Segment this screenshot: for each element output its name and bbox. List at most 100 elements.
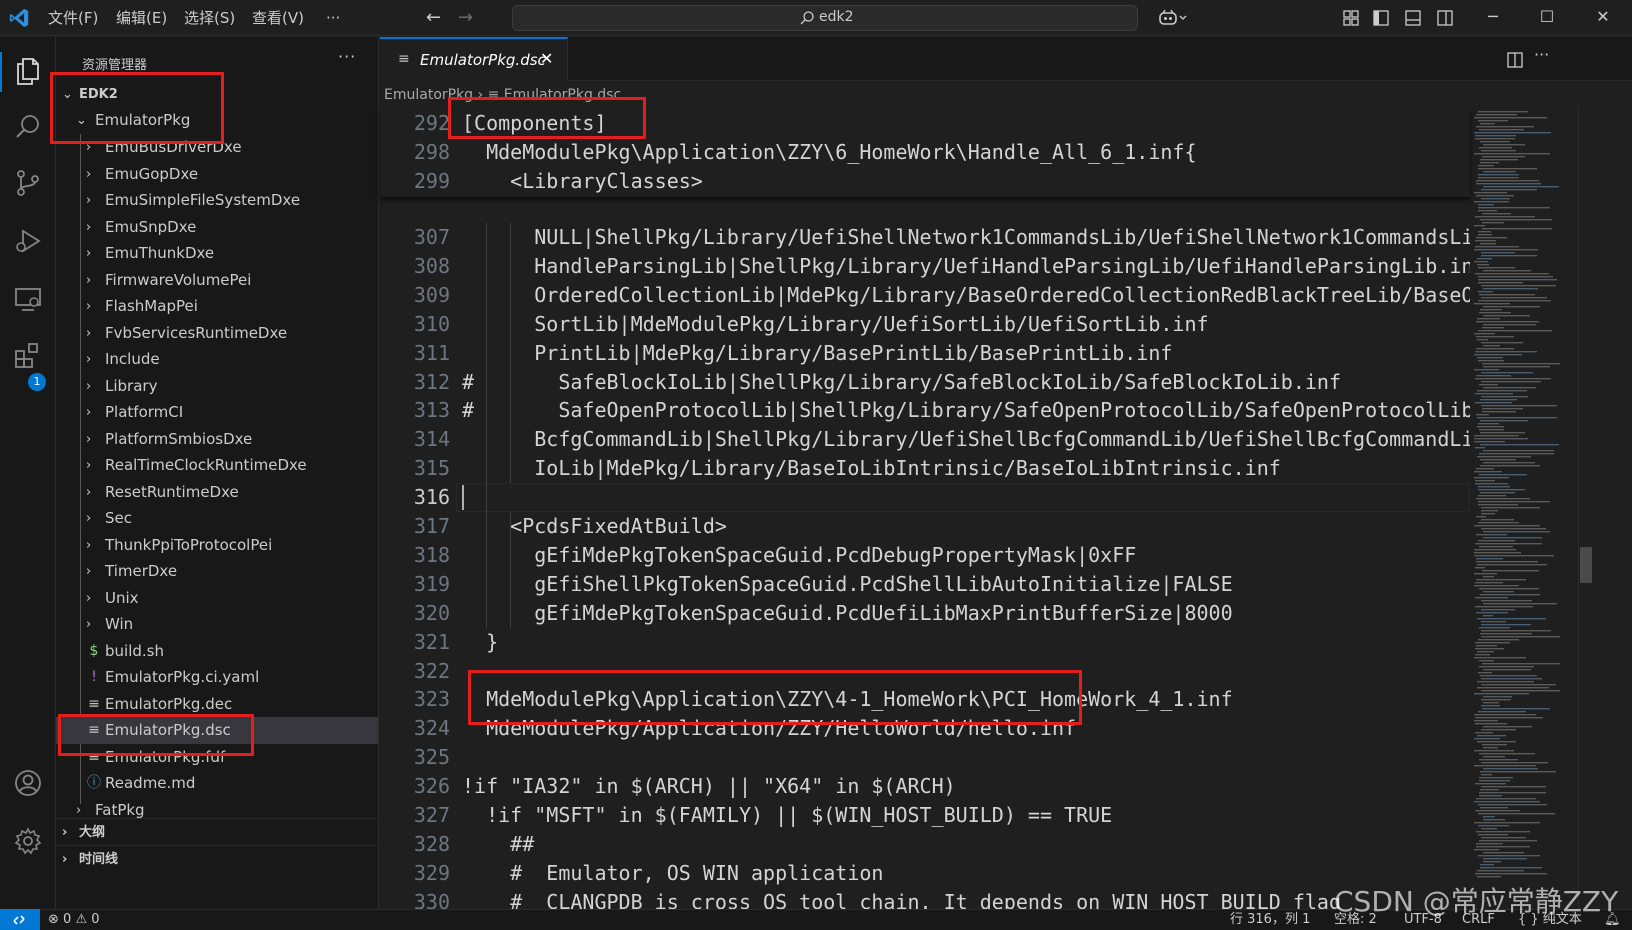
code-editor[interactable]: 307 NULL|ShellPkg/Library/UefiShellNetwo… (380, 107, 1470, 909)
account-icon[interactable] (12, 767, 44, 799)
customize-layout-icon[interactable] (1342, 9, 1360, 27)
tab-emulatorpkg-dsc[interactable]: ≡ EmulatorPkg.dsc ✕ (380, 37, 568, 81)
code-line[interactable]: 316 (380, 483, 1470, 512)
tree-item[interactable]: › EmuSnpDxe (56, 214, 378, 241)
code-line[interactable]: 315 IoLib|MdePkg/Library/BaseIoLibIntrin… (380, 454, 1470, 483)
tree-item[interactable]: › TimerDxe (56, 558, 378, 585)
code-line[interactable]: 317 <PcdsFixedAtBuild> (380, 512, 1470, 541)
toggle-secondary-sidebar-icon[interactable] (1436, 9, 1454, 27)
code-line[interactable]: 313 # SafeOpenProtocolLib|ShellPkg/Librar… (380, 396, 1470, 425)
tree-item[interactable]: ! EmulatorPkg.ci.yaml (56, 664, 378, 691)
minimap-line (1475, 273, 1549, 275)
minimap[interactable] (1470, 107, 1564, 887)
tree-item[interactable]: › RealTimeClockRuntimeDxe (56, 452, 378, 479)
back-arrow-icon[interactable]: ← (426, 0, 441, 36)
tree-item[interactable]: ⓘ Readme.md (56, 770, 378, 797)
close-window-button[interactable]: ✕ (1580, 0, 1626, 36)
line-number: 328 (413, 831, 450, 856)
tree-item[interactable]: › FirmwareVolumePei (56, 267, 378, 294)
tree-item[interactable]: › ThunkPpiToProtocolPei (56, 532, 378, 559)
tree-item[interactable]: › FvbServicesRuntimeDxe (56, 320, 378, 347)
explorer-more-actions[interactable]: ··· (338, 47, 356, 66)
command-center-search[interactable]: edk2 (512, 5, 1138, 31)
minimap-line (1478, 486, 1510, 488)
settings-gear-icon[interactable] (12, 825, 44, 857)
code-line[interactable]: 319 gEfiShellPkgTokenSpaceGuid.PcdShellL… (380, 570, 1470, 599)
tree-item[interactable]: $ build.sh (56, 638, 378, 665)
remote-indicator[interactable] (0, 909, 40, 930)
run-debug-icon[interactable] (12, 225, 44, 257)
source-control-icon[interactable] (12, 167, 44, 199)
menu-selection[interactable]: 选择(S) (184, 0, 235, 36)
code-line[interactable]: 327 !if "MSFT" in $(FAMILY) || $(WIN_HOS… (380, 801, 1470, 830)
minimap-line (1481, 624, 1531, 626)
minimap-line (1479, 759, 1518, 761)
active-view-indicator (0, 52, 2, 92)
tree-item[interactable]: › EmuSimpleFileSystemDxe (56, 187, 378, 214)
code-line[interactable]: 325 (380, 743, 1470, 772)
code-line[interactable]: 320 gEfiMdePkgTokenSpaceGuid.PcdUefiLibM… (380, 599, 1470, 628)
code-line[interactable]: 309 OrderedCollectionLib|MdePkg/Library/… (380, 281, 1470, 310)
vertical-scrollbar[interactable] (1578, 107, 1592, 909)
copilot-icon[interactable] (1158, 9, 1188, 27)
chevron-right-icon: › (86, 590, 92, 606)
menu-edit[interactable]: 编辑(E) (116, 0, 167, 36)
outline-section[interactable]: › 大纲 (56, 818, 378, 845)
code-line[interactable]: 312 # SafeBlockIoLib|ShellPkg/Library/Saf… (380, 368, 1470, 397)
close-tab-icon[interactable]: ✕ (540, 49, 553, 68)
tree-item[interactable]: › PlatformSmbiosDxe (56, 426, 378, 453)
yaml-file-icon: ! (91, 669, 97, 685)
toggle-panel-icon[interactable] (1404, 9, 1422, 27)
code-text: gEfiMdePkgTokenSpaceGuid.PcdUefiLibMaxPr… (462, 600, 1233, 625)
timeline-section[interactable]: › 时间线 (56, 845, 378, 872)
tree-item[interactable]: › FlashMapPei (56, 293, 378, 320)
minimap-line (1477, 426, 1504, 428)
minimap-line (1478, 672, 1492, 674)
tree-item[interactable]: › Unix (56, 585, 378, 612)
menu-file[interactable]: 文件(F) (48, 0, 98, 36)
minimap-line (1477, 417, 1557, 419)
tree-item[interactable]: › ResetRuntimeDxe (56, 479, 378, 506)
sticky-line[interactable]: 299 <LibraryClasses> (380, 167, 1470, 196)
search-view-icon[interactable] (12, 111, 44, 143)
scrollbar-thumb[interactable] (1580, 547, 1592, 583)
tree-item[interactable]: › Include (56, 346, 378, 373)
minimap-line (1478, 279, 1557, 281)
toggle-sidebar-icon[interactable] (1372, 9, 1390, 27)
code-line[interactable]: 310 SortLib|MdeModulePkg/Library/UefiSor… (380, 310, 1470, 339)
tree-item[interactable]: › EmuGopDxe (56, 161, 378, 188)
code-line[interactable]: 314 BcfgCommandLib|ShellPkg/Library/Uefi… (380, 425, 1470, 454)
sticky-line[interactable]: 298 MdeModulePkg\Application\ZZY\6_HomeW… (380, 138, 1470, 167)
extensions-icon[interactable] (12, 339, 44, 371)
code-line[interactable]: 307 NULL|ShellPkg/Library/UefiShellNetwo… (380, 223, 1470, 252)
problems-indicator[interactable]: ⊗ 0 ⚠ 0 (48, 910, 100, 930)
minimize-button[interactable]: ─ (1470, 0, 1516, 36)
tree-item[interactable]: › Library (56, 373, 378, 400)
split-editor-icon[interactable] (1506, 51, 1524, 69)
code-line[interactable]: 318 gEfiMdePkgTokenSpaceGuid.PcdDebugPro… (380, 541, 1470, 570)
minimap-line (1478, 210, 1497, 212)
menu-view[interactable]: 查看(V) (252, 0, 304, 36)
editor-more-actions[interactable]: ··· (1534, 45, 1549, 64)
cursor-position[interactable]: 行 316，列 1 (1230, 910, 1310, 930)
code-line[interactable]: 326 !if "IA32" in $(ARCH) || "X64" in $(A… (380, 772, 1470, 801)
tree-item[interactable]: › Win (56, 611, 378, 638)
minimap-line (1476, 843, 1503, 845)
maximize-button[interactable]: ☐ (1524, 0, 1570, 36)
code-line[interactable]: 311 PrintLib|MdePkg/Library/BasePrintLib… (380, 339, 1470, 368)
minimap-line (1477, 264, 1489, 266)
forward-arrow-icon[interactable]: → (458, 0, 473, 36)
explorer-icon[interactable] (12, 55, 44, 87)
code-line[interactable]: 329 # Emulator, OS WIN application (380, 859, 1470, 888)
tree-item[interactable]: › EmuThunkDxe (56, 240, 378, 267)
tree-item[interactable]: › PlatformCI (56, 399, 378, 426)
remote-explorer-icon[interactable] (12, 283, 44, 315)
code-line[interactable]: 330 # CLANGPDB is cross OS tool chain. I… (380, 888, 1470, 909)
minimap-line (1483, 531, 1550, 533)
code-line[interactable]: 308 HandleParsingLib|ShellPkg/Library/Ue… (380, 252, 1470, 281)
tree-item[interactable]: › Sec (56, 505, 378, 532)
code-line[interactable]: 328 ## (380, 830, 1470, 859)
annotation-box-dsc-file (58, 714, 254, 756)
code-line[interactable]: 321 } (380, 628, 1470, 657)
menu-more[interactable]: ··· (326, 0, 340, 36)
